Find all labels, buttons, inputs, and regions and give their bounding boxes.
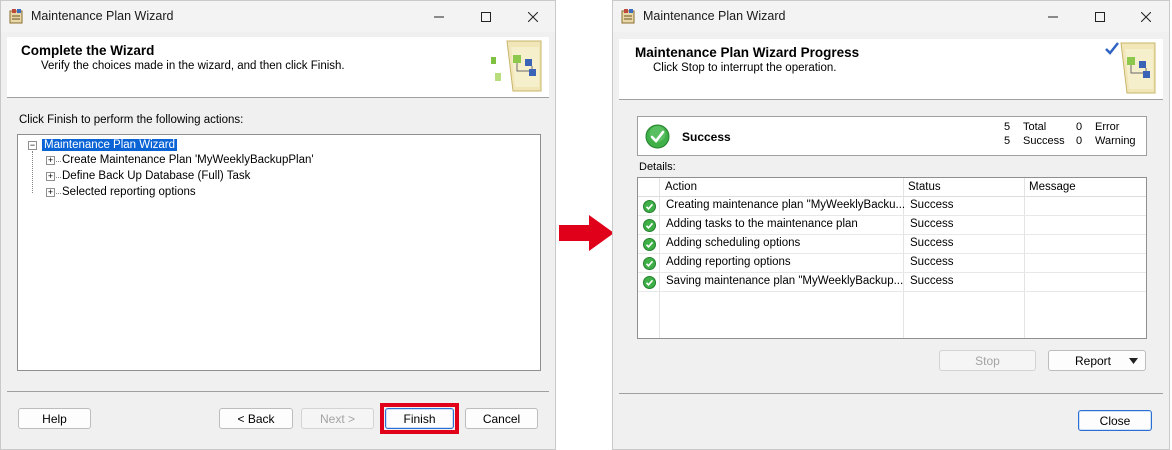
action-cell: Creating maintenance plan "MyWeeklyBacku… [666,199,906,211]
check-circle-icon [643,200,656,213]
action-cell: Adding reporting options [666,256,791,268]
check-circle-icon [643,238,656,251]
table-row[interactable]: Adding reporting options Success [638,254,1146,273]
help-button[interactable]: Help [18,408,91,429]
actions-tree[interactable]: − Maintenance Plan Wizard + Create Maint… [17,134,541,371]
maximize-icon [481,11,491,22]
expand-toggle[interactable]: + [46,156,55,165]
finish-highlight-box [380,403,459,434]
success-label: Success [1023,135,1065,147]
table-row[interactable]: Saving maintenance plan "MyWeeklyBackup.… [638,273,1146,292]
column-header-message[interactable]: Message [1029,178,1076,197]
collapse-toggle[interactable]: − [28,141,37,150]
tree-connector [32,151,33,193]
page-subtitle: Verify the choices made in the wizard, a… [41,60,345,72]
details-grid[interactable]: Action Status Message Creating maintenan… [637,177,1147,339]
wizard-header: Complete the Wizard Verify the choices m… [7,37,549,98]
cancel-button[interactable]: Cancel [465,408,538,429]
warning-count: 0 [1076,135,1083,147]
status-cell: Success [910,256,954,268]
total-count: 5 [1004,121,1011,133]
expand-toggle[interactable]: + [46,188,55,197]
maintenance-wizard-icon [9,9,23,24]
right-arrow-icon [559,215,614,251]
minimize-icon [1048,16,1058,17]
tree-item[interactable]: Create Maintenance Plan 'MyWeeklyBackupP… [62,153,314,168]
page-subtitle: Click Stop to interrupt the operation. [653,62,837,74]
report-button-label: Report [1074,353,1112,368]
total-label: Total [1023,121,1047,133]
page-title: Maintenance Plan Wizard Progress [635,45,860,60]
status-cell: Success [910,237,954,249]
title-bar: Maintenance Plan Wizard [1,1,555,32]
progress-summary: Success 5 Total 0 Error 5 Success 0 Warn… [637,116,1147,156]
tree-connector [56,177,61,178]
action-cell: Saving maintenance plan "MyWeeklyBackup.… [666,275,904,287]
tree-connector [56,161,61,162]
tree-root[interactable]: Maintenance Plan Wizard [42,138,178,153]
status-text: Success [682,130,731,144]
column-header-status[interactable]: Status [908,178,941,197]
check-circle-icon [645,124,670,149]
table-row[interactable]: Creating maintenance plan "MyWeeklyBacku… [638,197,1146,216]
maximize-button[interactable] [463,1,509,32]
instructions-text: Click Finish to perform the following ac… [19,114,244,126]
maximize-icon [1095,11,1105,22]
close-icon [1141,11,1151,22]
wizard-window-progress: Maintenance Plan Wizard Maintenance Plan… [612,0,1170,450]
tree-connector [56,193,61,194]
stop-button[interactable]: Stop [939,350,1036,371]
warning-label: Warning [1095,135,1136,147]
error-label: Error [1095,121,1120,133]
tree-item[interactable]: Define Back Up Database (Full) Task [62,169,250,184]
table-row[interactable]: Adding scheduling options Success [638,235,1146,254]
check-circle-icon [643,257,656,270]
close-button[interactable] [1123,1,1169,32]
window-title: Maintenance Plan Wizard [643,9,786,23]
wizard-banner-icon [1105,42,1156,94]
footer-divider [7,391,549,392]
close-dialog-button[interactable]: Close [1078,410,1152,431]
footer-divider [619,393,1163,394]
close-button[interactable] [510,1,556,32]
wizard-banner-icon [491,40,542,92]
action-cell: Adding tasks to the maintenance plan [666,218,858,230]
maximize-button[interactable] [1077,1,1123,32]
expand-toggle[interactable]: + [46,172,55,181]
close-icon [528,11,538,22]
error-count: 0 [1076,121,1083,133]
minimize-button[interactable] [416,1,462,32]
report-button[interactable]: Report [1048,350,1146,371]
column-header-action[interactable]: Action [665,178,697,197]
title-bar: Maintenance Plan Wizard [613,1,1169,32]
next-button[interactable]: Next > [301,408,374,429]
wizard-window-complete: Maintenance Plan Wizard Complete the Wiz… [0,0,556,450]
wizard-header: Maintenance Plan Wizard Progress Click S… [619,39,1163,100]
minimize-button[interactable] [1030,1,1076,32]
check-circle-icon [643,219,656,232]
action-cell: Adding scheduling options [666,237,801,249]
chevron-down-icon [1129,358,1138,364]
success-count: 5 [1004,135,1011,147]
details-label: Details: [639,161,676,173]
status-cell: Success [910,275,954,287]
minimize-icon [434,16,444,17]
window-title: Maintenance Plan Wizard [31,9,174,23]
status-cell: Success [910,218,954,230]
maintenance-wizard-icon [621,9,635,24]
tree-item[interactable]: Selected reporting options [62,185,196,200]
status-cell: Success [910,199,954,211]
tree-root-label: Maintenance Plan Wizard [42,139,178,151]
back-button[interactable]: < Back [219,408,293,429]
check-circle-icon [643,276,656,289]
table-row[interactable]: Adding tasks to the maintenance plan Suc… [638,216,1146,235]
page-title: Complete the Wizard [21,43,155,58]
